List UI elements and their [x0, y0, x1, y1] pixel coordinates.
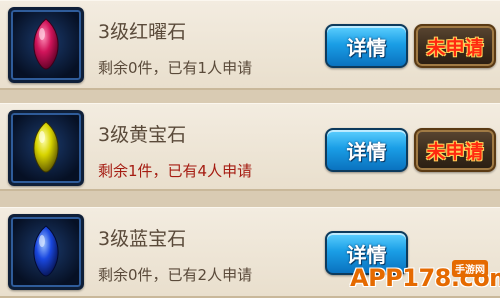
apply-button[interactable]: 未申请 [414, 24, 496, 68]
item-name: 3级红曜石 [98, 21, 187, 43]
list-item: 3级红曜石 剩余0件，已有1人申请 详情 未申请 [0, 0, 500, 90]
red-gem-icon [31, 18, 61, 70]
yellow-gem-icon [31, 121, 61, 173]
blue-gem-icon [31, 225, 61, 277]
item-status: 剩余1件，已有4人申请 [98, 162, 253, 180]
list-item: 3级黄宝石 剩余1件，已有4人申请 详情 未申请 [0, 103, 500, 191]
item-icon-frame [8, 110, 84, 186]
item-status: 剩余0件，已有2人申请 [98, 266, 253, 284]
item-icon-frame [8, 214, 84, 290]
item-icon-frame [8, 7, 84, 83]
item-name: 3级蓝宝石 [98, 228, 187, 250]
apply-button[interactable]: 未申请 [414, 128, 496, 172]
item-status: 剩余0件，已有1人申请 [98, 59, 253, 77]
details-button[interactable]: 详情 [325, 128, 408, 172]
item-name: 3级黄宝石 [98, 124, 187, 146]
watermark-badge: 手游网 [452, 260, 488, 277]
details-button[interactable]: 详情 [325, 24, 408, 68]
